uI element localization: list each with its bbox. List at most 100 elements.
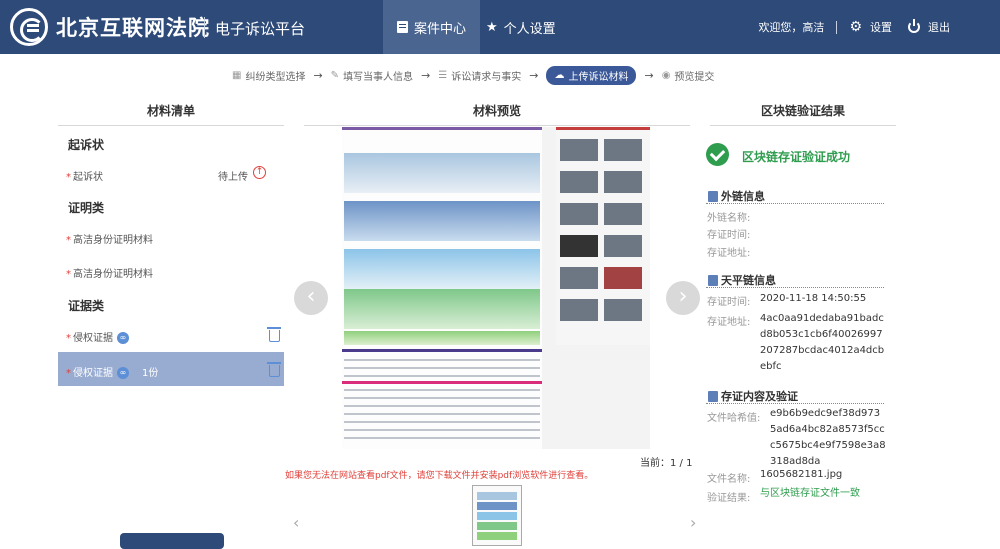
preview-header-bar — [342, 127, 542, 130]
pen-icon: ✎ — [330, 69, 340, 81]
arrow-right-icon: → — [421, 68, 431, 82]
preview-text-line — [344, 405, 540, 407]
welcome-text: 欢迎您，高洁 — [758, 21, 825, 34]
thumbnail-map — [477, 532, 517, 540]
content-verify-title: 存证内容及验证 — [721, 390, 798, 403]
user-divider — [836, 20, 838, 34]
preview-text-line — [344, 367, 540, 369]
divider — [304, 125, 690, 126]
preview-header-bar — [556, 127, 650, 130]
address-line: d8b053c1cb6f40026997 — [760, 329, 883, 340]
thumbnail-next-arrow[interactable]: › — [690, 513, 696, 532]
link-icon[interactable]: ∞ — [117, 367, 129, 379]
preview-weather-map — [344, 289, 540, 329]
power-icon[interactable] — [908, 19, 920, 33]
settings-link[interactable]: 设置 — [870, 19, 892, 35]
tianping-time-value: 2020-11-18 14:50:55 — [760, 293, 867, 304]
section-complaint: 起诉状 — [68, 138, 105, 152]
arrow-right-icon: → — [313, 68, 323, 82]
bottom-action-button[interactable] — [120, 533, 224, 549]
result-label: 验证结果: — [707, 493, 751, 504]
external-name-label: 外链名称: — [707, 213, 751, 224]
preview-thumbnail-image — [560, 171, 598, 193]
preview-text-line — [344, 437, 540, 439]
grid-icon: ▦ — [232, 69, 242, 81]
preview-text-line — [344, 389, 540, 391]
thumbnail-map — [477, 522, 517, 530]
arrow-right-icon: → — [644, 68, 654, 82]
divider — [58, 125, 284, 126]
tab-personal-settings[interactable]: ★ 个人设置 — [472, 0, 570, 54]
step-label: 预览提交 — [674, 71, 715, 83]
link-icon[interactable]: ∞ — [117, 332, 129, 344]
tianping-heading: 天平链信息 — [708, 272, 776, 288]
material-evidence-2[interactable]: * 侵权证据 ∞ — [66, 364, 129, 379]
document-icon — [708, 190, 718, 202]
document-icon — [708, 274, 718, 286]
tianping-time-label: 存证时间: — [707, 297, 751, 308]
preview-thumbnail-image — [560, 267, 598, 289]
document-preview[interactable] — [342, 127, 650, 449]
material-identity-1[interactable]: * 高洁身份证明材料 — [66, 231, 153, 246]
external-address-label: 存证地址: — [707, 248, 751, 259]
hash-value: e9b6b9edc9ef38d973 5ad6a4bc82a8573f5cc c… — [770, 406, 886, 470]
user-area: 欢迎您，高洁 ⚙ 设置 退出 — [758, 0, 950, 54]
material-evidence-1[interactable]: * 侵权证据 ∞ — [66, 329, 129, 344]
logout-link[interactable]: 退出 — [928, 19, 950, 35]
preview-thumbnail-image — [604, 139, 642, 161]
page-thumbnail[interactable] — [472, 485, 522, 546]
preview-next-button[interactable]: › — [666, 281, 700, 315]
tab-case-center-label: 案件中心 — [414, 21, 467, 37]
gear-icon[interactable]: ⚙ — [849, 19, 862, 35]
dotted-divider — [706, 287, 884, 288]
tianping-address-value: 4ac0aa91dedaba91badc d8b053c1cb6f4002699… — [760, 311, 884, 375]
preview-thumbnail-image — [604, 267, 642, 289]
verification-success: 区块链存证验证成功 — [742, 150, 851, 164]
preview-thumbnail-image — [604, 171, 642, 193]
thumbnail-prev-arrow[interactable]: ‹ — [293, 513, 299, 532]
section-evidence: 证据类 — [68, 299, 105, 313]
star-icon: ★ — [486, 19, 498, 35]
address-line: ebfc — [760, 361, 782, 372]
step-claims-facts[interactable]: ☰ 诉讼请求与事实 — [438, 68, 521, 83]
result-value: 与区块链存证文件一致 — [760, 488, 860, 499]
thumbnail-map — [477, 502, 517, 510]
eye-icon: ◉ — [661, 69, 671, 81]
material-label: 起诉状 — [73, 172, 103, 183]
hash-line: c5675bc4e9f7598e3a8 — [770, 440, 886, 451]
step-preview-submit[interactable]: ◉ 预览提交 — [662, 68, 715, 83]
required-mark: * — [66, 368, 71, 379]
thumbnail-map — [477, 492, 517, 500]
step-dispute-type[interactable]: ▦ 纠纷类型选择 — [232, 68, 305, 83]
step-upload-materials[interactable]: ☁ 上传诉讼材料 — [546, 65, 637, 85]
preview-divider-bar — [342, 349, 542, 352]
dotted-divider — [706, 403, 884, 404]
progress-steps: ▦ 纠纷类型选择 → ✎ 填写当事人信息 → ☰ 诉讼请求与事实 → ☁ 上传诉… — [232, 65, 715, 85]
tab-case-center[interactable]: 案件中心 — [383, 0, 481, 54]
upload-icon[interactable]: ↑ — [253, 166, 266, 179]
arrow-right-icon: → — [529, 68, 539, 82]
preview-page-main — [342, 127, 542, 449]
step-label: 诉讼请求与事实 — [451, 71, 522, 83]
preview-prev-button[interactable]: ‹ — [294, 281, 328, 315]
external-link-heading: 外链信息 — [708, 188, 765, 204]
top-bar: 北京互联网法院 电子诉讼平台 案件中心 ★ 个人设置 欢迎您，高洁 ⚙ 设置 退… — [0, 0, 1000, 54]
hash-line: e9b6b9edc9ef38d973 — [770, 408, 881, 419]
preview-text-line — [344, 413, 540, 415]
step-party-info[interactable]: ✎ 填写当事人信息 — [331, 68, 413, 83]
tianping-title: 天平链信息 — [721, 274, 776, 287]
external-link-title: 外链信息 — [721, 190, 765, 203]
material-label: 侵权证据 — [73, 333, 113, 344]
material-complaint[interactable]: * 起诉状 — [66, 168, 103, 183]
preview-weather-map — [344, 331, 540, 345]
filename-label: 文件名称: — [707, 474, 751, 485]
trash-icon[interactable] — [267, 327, 281, 342]
pdf-warning: 如果您无法在网站查看pdf文件，请您下载文件并安装pdf浏览软件进行查看。 — [285, 471, 594, 481]
preview-heading: 材料预览 — [472, 104, 521, 118]
preview-thumbnail-image — [560, 235, 598, 257]
title-divider — [204, 17, 205, 38]
address-line: 4ac0aa91dedaba91badc — [760, 313, 884, 324]
material-identity-2[interactable]: * 高洁身份证明材料 — [66, 265, 153, 280]
dotted-divider — [706, 203, 884, 204]
trash-icon[interactable] — [267, 362, 281, 377]
